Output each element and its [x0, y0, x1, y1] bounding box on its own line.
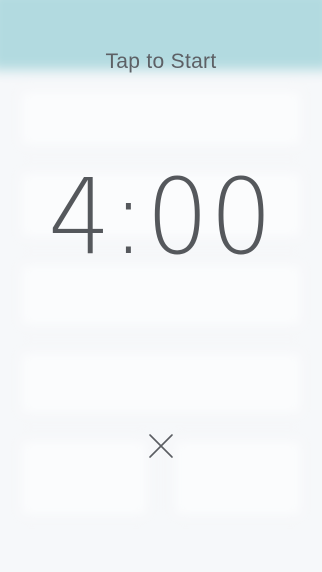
close-icon: [149, 434, 173, 458]
close-button[interactable]: [145, 430, 177, 462]
timer-value: 4:00: [48, 156, 274, 278]
countdown-timer[interactable]: 4:00: [0, 158, 322, 276]
overlay-veil: [0, 0, 322, 572]
timer-screen: Tap to Start 4:00: [0, 0, 322, 572]
tap-to-start-label[interactable]: Tap to Start: [0, 50, 322, 74]
